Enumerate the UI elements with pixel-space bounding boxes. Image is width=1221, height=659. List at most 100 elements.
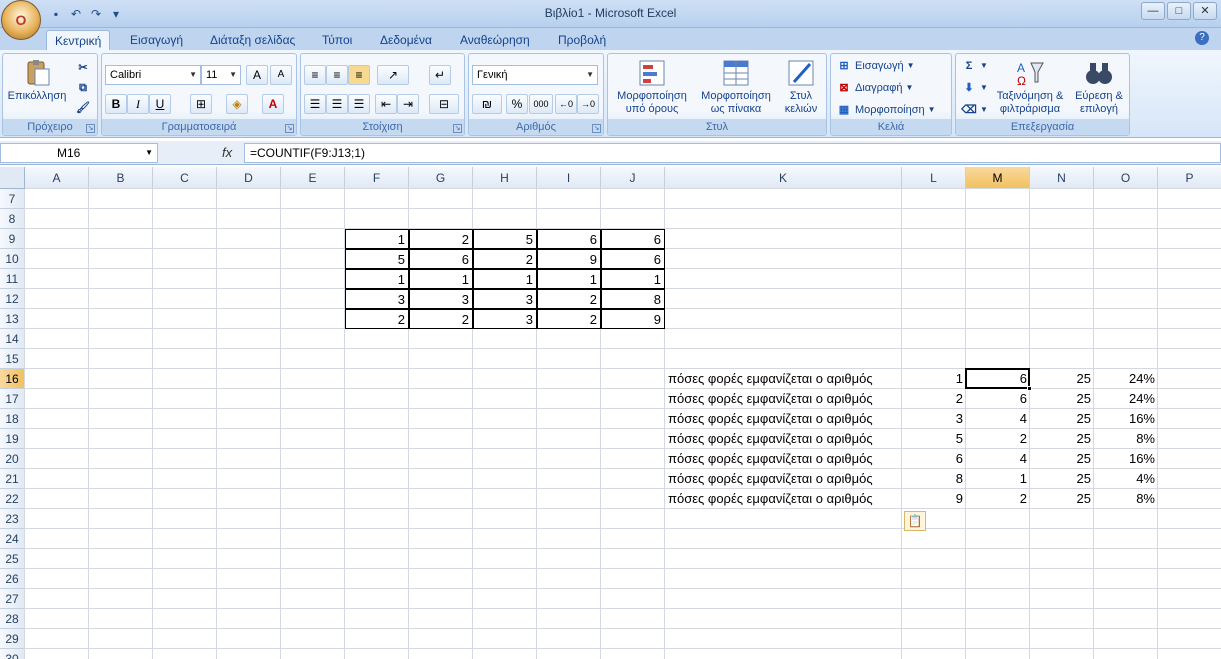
- summary-count-cell[interactable]: 2: [966, 429, 1030, 449]
- summary-percent-cell[interactable]: 16%: [1094, 409, 1158, 429]
- summary-label-cell[interactable]: πόσες φορές εμφανίζεται ο αριθμός: [665, 369, 902, 389]
- maximize-button[interactable]: □: [1167, 2, 1191, 20]
- matrix-cell[interactable]: 2: [345, 309, 409, 329]
- matrix-cell[interactable]: 3: [345, 289, 409, 309]
- summary-number-cell[interactable]: 2: [902, 389, 966, 409]
- dialog-launcher-icon[interactable]: ↘: [453, 124, 462, 133]
- grow-font-button[interactable]: A: [246, 65, 268, 85]
- summary-total-cell[interactable]: 25: [1030, 449, 1094, 469]
- summary-total-cell[interactable]: 25: [1030, 469, 1094, 489]
- paste-options-icon[interactable]: 📋: [904, 511, 926, 531]
- matrix-cell[interactable]: 6: [537, 229, 601, 249]
- cut-button[interactable]: ✂: [75, 58, 91, 78]
- number-format-combo[interactable]: Γενική ▼: [472, 65, 598, 85]
- matrix-cell[interactable]: 6: [601, 229, 665, 249]
- summary-label-cell[interactable]: πόσες φορές εμφανίζεται ο αριθμός: [665, 409, 902, 429]
- matrix-cell[interactable]: 2: [409, 309, 473, 329]
- help-icon[interactable]: ?: [1195, 31, 1209, 45]
- insert-cells-button[interactable]: ⊞ Εισαγωγή ▼: [836, 56, 914, 76]
- summary-total-cell[interactable]: 25: [1030, 369, 1094, 389]
- name-box[interactable]: M16 ▼: [0, 143, 158, 163]
- matrix-cell[interactable]: 6: [601, 249, 665, 269]
- dialog-launcher-icon[interactable]: ↘: [285, 124, 294, 133]
- summary-count-cell[interactable]: 4: [966, 409, 1030, 429]
- matrix-cell[interactable]: 2: [537, 289, 601, 309]
- tab-data[interactable]: Δεδομένα: [372, 30, 440, 50]
- matrix-cell[interactable]: 5: [473, 229, 537, 249]
- align-middle-button[interactable]: ≡: [326, 65, 348, 85]
- summary-percent-cell[interactable]: 4%: [1094, 469, 1158, 489]
- format-as-table-button[interactable]: Μορφοποίηση ως πίνακα: [694, 58, 778, 116]
- matrix-cell[interactable]: 6: [409, 249, 473, 269]
- align-bottom-button[interactable]: ≡: [348, 65, 370, 85]
- tab-formulas[interactable]: Τύποι: [314, 30, 360, 50]
- decrease-indent-button[interactable]: ⇤: [375, 94, 397, 114]
- spreadsheet-grid[interactable]: A B C D E F G H I J K L M N O P 7 8 9 10 11 12 13 14 15 16 17 18 19 2…: [0, 167, 1221, 659]
- summary-label-cell[interactable]: πόσες φορές εμφανίζεται ο αριθμός: [665, 449, 902, 469]
- summary-count-cell[interactable]: 4: [966, 449, 1030, 469]
- summary-total-cell[interactable]: 25: [1030, 389, 1094, 409]
- summary-percent-cell[interactable]: 24%: [1094, 369, 1158, 389]
- align-left-button[interactable]: ☰: [304, 94, 326, 114]
- copy-button[interactable]: ⧉: [75, 78, 91, 98]
- summary-number-cell[interactable]: 5: [902, 429, 966, 449]
- align-right-button[interactable]: ☰: [348, 94, 370, 114]
- summary-label-cell[interactable]: πόσες φορές εμφανίζεται ο αριθμός: [665, 469, 902, 489]
- align-top-button[interactable]: ≡: [304, 65, 326, 85]
- underline-button[interactable]: U: [149, 94, 171, 114]
- italic-button[interactable]: I: [127, 94, 149, 114]
- summary-label-cell[interactable]: πόσες φορές εμφανίζεται ο αριθμός: [665, 429, 902, 449]
- comma-style-button[interactable]: 000: [529, 94, 553, 114]
- matrix-cell[interactable]: 3: [473, 309, 537, 329]
- orientation-button[interactable]: ↗: [377, 65, 409, 85]
- tab-view[interactable]: Προβολή: [550, 30, 614, 50]
- matrix-cell[interactable]: 1: [345, 269, 409, 289]
- decrease-decimal-button[interactable]: →0: [577, 94, 599, 114]
- summary-count-cell[interactable]: 2: [966, 489, 1030, 509]
- currency-button[interactable]: ₪: [472, 94, 502, 114]
- fill-handle[interactable]: [1027, 386, 1032, 391]
- autosum-button[interactable]: Σ ▼: [961, 56, 988, 76]
- insert-function-icon[interactable]: fx: [222, 143, 232, 163]
- find-select-button[interactable]: Εύρεση & επιλογή: [1070, 58, 1128, 116]
- bold-button[interactable]: B: [105, 94, 127, 114]
- cell-styles-button[interactable]: Στυλ κελιών: [778, 58, 824, 116]
- matrix-cell[interactable]: 1: [601, 269, 665, 289]
- matrix-cell[interactable]: 8: [601, 289, 665, 309]
- matrix-cell[interactable]: 1: [345, 229, 409, 249]
- matrix-cell[interactable]: 2: [537, 309, 601, 329]
- summary-count-cell[interactable]: 6: [966, 389, 1030, 409]
- paste-button[interactable]: Επικόλληση: [7, 58, 67, 103]
- clear-button[interactable]: ⌫ ▼: [961, 100, 988, 120]
- merge-center-button[interactable]: ⊟: [429, 94, 459, 114]
- font-size-combo[interactable]: 11 ▼: [201, 65, 241, 85]
- summary-number-cell[interactable]: 3: [902, 409, 966, 429]
- format-painter-button[interactable]: 🖌: [75, 98, 91, 118]
- summary-percent-cell[interactable]: 8%: [1094, 489, 1158, 509]
- dialog-launcher-icon[interactable]: ↘: [592, 124, 601, 133]
- tab-page-layout[interactable]: Διάταξη σελίδας: [202, 30, 303, 50]
- summary-number-cell[interactable]: 8: [902, 469, 966, 489]
- matrix-cell[interactable]: 9: [537, 249, 601, 269]
- tab-review[interactable]: Αναθεώρηση: [452, 30, 538, 50]
- delete-cells-button[interactable]: ⊠ Διαγραφή ▼: [836, 78, 913, 98]
- summary-total-cell[interactable]: 25: [1030, 409, 1094, 429]
- align-center-button[interactable]: ☰: [326, 94, 348, 114]
- font-color-button[interactable]: A: [262, 94, 284, 114]
- matrix-cell[interactable]: 1: [409, 269, 473, 289]
- font-name-combo[interactable]: Calibri ▼: [105, 65, 201, 85]
- format-cells-button[interactable]: ▦ Μορφοποίηση ▼: [836, 100, 936, 120]
- dialog-launcher-icon[interactable]: ↘: [86, 124, 95, 133]
- summary-label-cell[interactable]: πόσες φορές εμφανίζεται ο αριθμός: [665, 489, 902, 509]
- increase-decimal-button[interactable]: ←0: [555, 94, 577, 114]
- summary-count-cell[interactable]: 1: [966, 469, 1030, 489]
- summary-number-cell[interactable]: 6: [902, 449, 966, 469]
- close-button[interactable]: ✕: [1193, 2, 1217, 20]
- tab-insert[interactable]: Εισαγωγή: [122, 30, 191, 50]
- matrix-cell[interactable]: 1: [537, 269, 601, 289]
- summary-percent-cell[interactable]: 8%: [1094, 429, 1158, 449]
- summary-total-cell[interactable]: 25: [1030, 489, 1094, 509]
- matrix-cell[interactable]: 2: [409, 229, 473, 249]
- summary-percent-cell[interactable]: 16%: [1094, 449, 1158, 469]
- increase-indent-button[interactable]: ⇥: [397, 94, 419, 114]
